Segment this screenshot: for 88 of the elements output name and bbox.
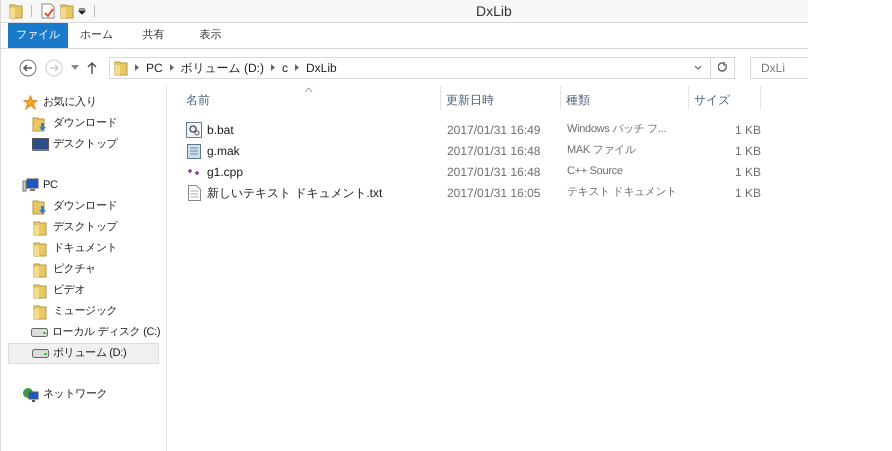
text-file-icon <box>188 184 200 200</box>
file-name[interactable]: g.mak <box>207 142 240 160</box>
gear-file-icon <box>186 122 202 138</box>
network-icon <box>22 386 38 402</box>
nav-label: PC <box>43 178 58 194</box>
nav-label: ビデオ <box>53 283 86 298</box>
table-cell-text: 2017/01/31 16:05 <box>446 184 542 202</box>
breadcrumb[interactable]: PC <box>146 58 163 76</box>
properties-icon[interactable] <box>40 3 56 19</box>
chevron-icon <box>135 64 139 71</box>
chevron-icon <box>295 64 299 71</box>
table-cell-text: 2017/01/31 16:48 <box>446 164 542 180</box>
table-cell-text: 2017/01/31 16:48 <box>446 142 542 160</box>
nav-item[interactable]: デスクトップ <box>8 134 159 155</box>
file-name[interactable]: b.bat <box>207 120 234 138</box>
drive-icon <box>31 328 48 337</box>
nav-item[interactable]: ローカル ディスク (C:) <box>8 322 159 343</box>
star-icon <box>22 95 38 110</box>
chevron-icon <box>170 64 174 71</box>
nav-item[interactable]: ダウンロード <box>8 196 159 217</box>
nav-item[interactable]: ダウンロード <box>8 113 159 134</box>
nav-label: ネットワーク <box>43 387 108 402</box>
breadcrumb[interactable]: DxLib <box>306 58 337 76</box>
nav-item[interactable]: ピクチャ <box>8 259 159 280</box>
nav-item[interactable]: ボリューム (D:) <box>8 343 159 364</box>
table-cell-text: MAK ファイル <box>567 143 636 158</box>
folder-icon <box>33 304 47 320</box>
nav-item[interactable]: お気に入り <box>8 92 159 113</box>
download-folder-icon <box>32 198 48 214</box>
ribbon-tab[interactable]: ファイル <box>8 23 68 48</box>
dropdown-icon[interactable] <box>78 7 86 15</box>
nav-label: ドキュメント <box>53 241 118 256</box>
nav-item[interactable]: ネットワーク <box>8 384 159 405</box>
column-header[interactable]: 種類 <box>561 91 595 109</box>
nav-item[interactable]: PC <box>8 175 159 196</box>
nav-label: ボリューム (D:) <box>53 346 126 362</box>
back-icon[interactable] <box>19 58 37 76</box>
drive-icon <box>32 349 48 358</box>
table-cell-text: 1 KB <box>734 184 761 202</box>
folder-icon <box>114 60 128 76</box>
new-folder-icon <box>60 3 74 19</box>
caret-icon[interactable] <box>71 65 79 70</box>
table-cell-text: 1 KB <box>734 142 761 160</box>
nav-label: ダウンロード <box>53 116 118 132</box>
nav-label: ダウンロード <box>53 199 118 214</box>
column-header[interactable]: 名前 <box>181 91 215 109</box>
monitor-icon <box>32 138 48 151</box>
column-header[interactable]: サイズ <box>689 91 735 109</box>
nav-label: デスクトップ <box>53 220 118 236</box>
nav-item[interactable]: ドキュメント <box>8 238 159 259</box>
window-title: DxLib <box>476 2 512 20</box>
nav-label: ミュージック <box>53 304 118 320</box>
file-name[interactable]: g1.cpp <box>207 162 244 180</box>
ribbon-tab[interactable]: 共有 <box>125 23 182 48</box>
search-field[interactable]: DxLi <box>750 56 808 78</box>
nav-item[interactable]: ビデオ <box>8 280 159 301</box>
refresh-icon[interactable] <box>718 62 728 73</box>
chevron-down-icon[interactable] <box>694 65 702 70</box>
address-bar[interactable]: PC ボリューム (D:) c DxLib <box>109 56 735 78</box>
nav-item[interactable]: デスクトップ <box>8 217 159 238</box>
download-folder-icon <box>32 116 48 132</box>
table-cell-text: 1 KB <box>734 164 761 180</box>
computer-icon <box>22 178 38 193</box>
table-cell-text: C++ Source <box>567 164 623 180</box>
nav-label: デスクトップ <box>53 136 118 152</box>
table-cell-text: テキスト ドキュメント <box>567 185 677 200</box>
folder-icon <box>33 220 47 236</box>
plus-plus-icon <box>187 166 201 176</box>
chevron-icon <box>271 64 275 71</box>
nav-label: ピクチャ <box>53 262 96 278</box>
file-name[interactable]: 新しいテキスト ドキュメント.txt <box>207 184 382 202</box>
folder-icon <box>33 240 47 256</box>
notepad-icon <box>187 142 201 158</box>
ribbon-tab[interactable]: ホーム <box>68 23 125 48</box>
table-cell-text: 2017/01/31 16:49 <box>446 122 542 138</box>
breadcrumb[interactable]: ボリューム (D:) <box>180 58 264 76</box>
table-cell-text: 1 KB <box>734 122 761 138</box>
folder-icon <box>9 3 23 19</box>
nav-label: お気に入り <box>43 95 97 110</box>
column-header[interactable]: 更新日時 <box>441 91 499 109</box>
folder-icon <box>33 262 47 278</box>
breadcrumb[interactable]: c <box>282 58 288 76</box>
folder-icon <box>33 282 47 298</box>
nav-label: ローカル ディスク (C:) <box>52 325 160 340</box>
nav-item[interactable]: ミュージック <box>8 301 159 322</box>
up-arrow-icon[interactable] <box>87 61 97 74</box>
ribbon-tab[interactable]: 表示 <box>182 23 239 48</box>
table-cell-text: Windows バッチ フ... <box>567 122 666 138</box>
